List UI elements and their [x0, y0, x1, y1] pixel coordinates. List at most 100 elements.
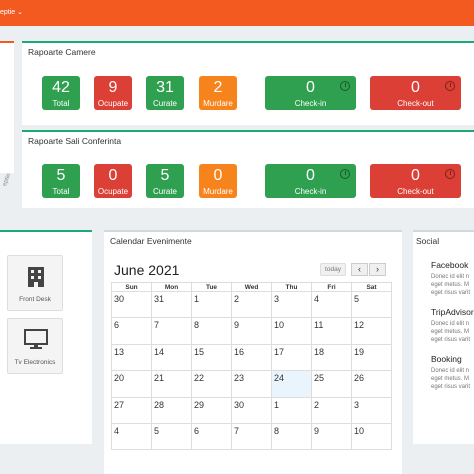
calendar-day-cell[interactable]: 11 [311, 317, 352, 345]
conference-occupied-card[interactable]: 0 Ocupate [94, 164, 132, 198]
calendar-day-cell[interactable]: 1 [271, 396, 312, 424]
today-button[interactable]: today [320, 263, 346, 276]
rooms-clean-card[interactable]: 31 Curate [146, 76, 184, 110]
conference-occupied-label: Ocupate [97, 187, 129, 196]
calendar-day-cell[interactable]: 17 [271, 343, 312, 372]
calendar-day-cell[interactable]: 7 [231, 422, 272, 451]
conference-dirty-card[interactable]: 0 Murdare [199, 164, 237, 198]
weekday-header: Wed [231, 282, 272, 292]
conference-checkin-card[interactable]: 0 Check-in [265, 164, 356, 198]
calendar-day-cell[interactable]: 1 [191, 290, 232, 319]
rooms-occupied-label: Ocupate [97, 99, 129, 108]
calendar-day-cell[interactable]: 27 [111, 396, 152, 424]
calendar-day-cell[interactable]: 7 [151, 317, 192, 345]
rooms-checkin-card[interactable]: 0 Check-in [265, 76, 356, 110]
calendar-day-cell[interactable]: 2 [311, 396, 352, 424]
conference-clean-card[interactable]: 5 Curate [146, 164, 184, 198]
conference-total-card[interactable]: 5 Total [42, 164, 80, 198]
weekday-header-row: Sun Mon Tue Wed Thu Fri Sat [111, 282, 392, 292]
calendar-day-cell[interactable]: 20 [111, 370, 152, 398]
conference-occupied-value: 0 [108, 167, 118, 184]
front-desk-device[interactable]: Front Desk [7, 255, 63, 311]
calendar-day-cell[interactable]: 12 [351, 317, 392, 345]
calendar-day-cell[interactable]: 5 [151, 422, 192, 451]
tv-electronics-device[interactable]: Tv Electronics [7, 318, 63, 374]
social-text-line: eget risus varit [431, 290, 471, 296]
left-partial-panel: eptie [0, 41, 14, 187]
calendar-day-cell[interactable]: 2 [231, 290, 272, 319]
calendar-day-cell[interactable]: 31 [151, 290, 192, 319]
conference-checkin-label: Check-in [294, 187, 327, 196]
rooms-occupied-value: 9 [108, 79, 118, 96]
calendar-day-cell[interactable]: 26 [351, 370, 392, 398]
weekday-header: Thu [271, 282, 312, 292]
tv-electronics-label: Tv Electronics [14, 359, 56, 366]
calendar-day-cell[interactable]: 29 [191, 396, 232, 424]
calendar-week-row: 6 7 8 9 10 11 12 [111, 317, 392, 345]
calendar-day-cell[interactable]: 4 [111, 422, 152, 451]
calendar-day-cell[interactable]: 21 [151, 370, 192, 398]
calendar-grid: Sun Mon Tue Wed Thu Fri Sat 30 31 1 2 3 … [111, 282, 392, 451]
social-item-facebook[interactable]: Facebook Donec id elit n eget metus. M e… [431, 260, 470, 297]
social-item-text: Donec id elit n eget metus. M eget risus… [431, 367, 470, 391]
calendar-today-cell[interactable]: 24 [271, 370, 312, 398]
calendar-day-cell[interactable]: 28 [151, 396, 192, 424]
social-item-booking[interactable]: Booking Donec id elit n eget metus. M eg… [431, 354, 470, 391]
calendar-day-cell[interactable]: 30 [231, 396, 272, 424]
rooms-occupied-card[interactable]: 9 Ocupate [94, 76, 132, 110]
social-item-name: TripAdvisor [431, 307, 474, 317]
rooms-clean-label: Curate [152, 99, 177, 108]
clock-icon [445, 81, 455, 91]
reception-menu[interactable]: eptie ⌄ [0, 8, 23, 16]
calendar-day-cell[interactable]: 3 [351, 396, 392, 424]
social-item-text: Donec id elit n eget metus. M eget risus… [431, 273, 470, 297]
calendar-day-cell[interactable]: 10 [271, 317, 312, 345]
social-text-line: eget metus. M [431, 282, 470, 288]
calendar-day-cell[interactable]: 6 [191, 422, 232, 451]
calendar-day-cell[interactable]: 6 [111, 317, 152, 345]
social-text-line: eget risus varit [431, 384, 471, 390]
clock-icon [340, 81, 350, 91]
calendar-week-row: 30 31 1 2 3 4 5 [111, 290, 392, 319]
conference-clean-label: Curate [152, 187, 177, 196]
calendar-day-cell[interactable]: 25 [311, 370, 352, 398]
calendar-day-cell[interactable]: 15 [191, 343, 232, 372]
calendar-day-cell[interactable]: 10 [351, 422, 392, 451]
calendar-day-cell[interactable]: 8 [191, 317, 232, 345]
conference-checkout-label: Check-out [397, 187, 434, 196]
calendar-day-cell[interactable]: 4 [311, 290, 352, 319]
conference-dirty-label: Murdare [203, 187, 233, 196]
calendar-title: Calendar Evenimente [110, 236, 192, 246]
prev-month-button[interactable]: ‹ [351, 263, 368, 276]
rooms-checkout-label: Check-out [397, 99, 434, 108]
social-text-line: eget metus. M [431, 329, 470, 335]
rooms-total-card[interactable]: 42 Total [42, 76, 80, 110]
social-text-line: Donec id elit n [431, 321, 470, 327]
calendar-day-cell[interactable]: 3 [271, 290, 312, 319]
calendar-day-cell[interactable]: 23 [231, 370, 272, 398]
calendar-day-cell[interactable]: 30 [111, 290, 152, 319]
clock-icon [445, 169, 455, 179]
calendar-week-row: 27 28 29 30 1 2 3 [111, 396, 392, 424]
weekday-header: Fri [311, 282, 352, 292]
calendar-day-cell[interactable]: 9 [311, 422, 352, 451]
calendar-day-cell[interactable]: 13 [111, 343, 152, 372]
rooms-checkout-card[interactable]: 0 Check-out [370, 76, 461, 110]
calendar-day-cell[interactable]: 8 [271, 422, 312, 451]
calendar-week-row: 13 14 15 16 17 18 19 [111, 343, 392, 372]
rooms-dirty-card[interactable]: 2 Murdare [199, 76, 237, 110]
next-month-button[interactable]: › [369, 263, 386, 276]
social-text-line: eget metus. M [431, 376, 470, 382]
social-item-tripadvisor[interactable]: TripAdvisor Donec id elit n eget metus. … [431, 307, 474, 344]
weekday-header: Mon [151, 282, 192, 292]
rooms-clean-value: 31 [156, 79, 174, 96]
calendar-day-cell[interactable]: 5 [351, 290, 392, 319]
conference-checkout-card[interactable]: 0 Check-out [370, 164, 461, 198]
calendar-day-cell[interactable]: 16 [231, 343, 272, 372]
calendar-day-cell[interactable]: 22 [191, 370, 232, 398]
calendar-day-cell[interactable]: 14 [151, 343, 192, 372]
calendar-day-cell[interactable]: 19 [351, 343, 392, 372]
calendar-day-cell[interactable]: 9 [231, 317, 272, 345]
calendar-day-cell[interactable]: 18 [311, 343, 352, 372]
conference-clean-value: 5 [160, 167, 170, 184]
